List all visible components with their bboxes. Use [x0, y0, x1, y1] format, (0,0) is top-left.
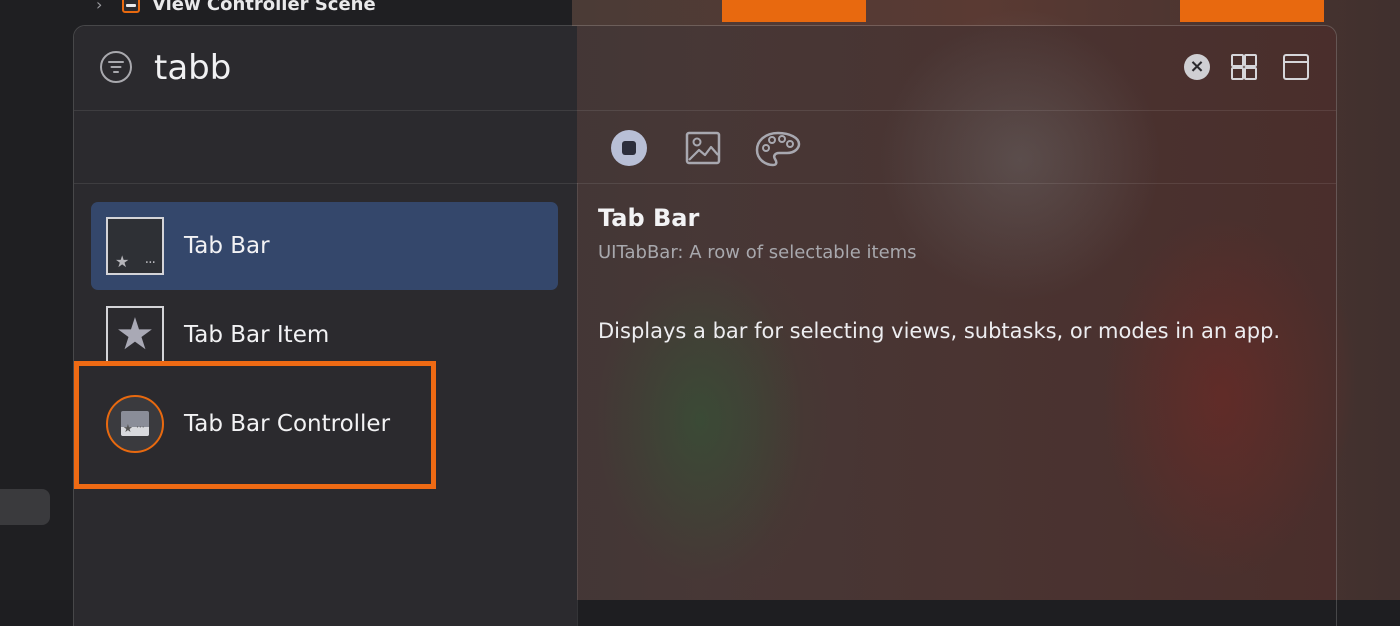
filter-icon[interactable] [100, 51, 132, 83]
result-item-label: Tab Bar Item [184, 322, 330, 348]
result-item-tab-bar[interactable]: ★ ··· Tab Bar [91, 202, 558, 290]
objects-icon[interactable] [611, 130, 647, 166]
disclosure-chevron-icon[interactable]: › [96, 0, 110, 14]
search-bar: × [74, 26, 1336, 111]
result-item-label: Tab Bar Controller [184, 411, 391, 437]
list-view-icon[interactable] [1283, 54, 1309, 80]
outline-scene-row[interactable]: › View Controller Scene [96, 0, 376, 14]
result-item-tab-bar-controller[interactable]: ★ ··· Tab Bar Controller [91, 380, 558, 468]
scene-dock-bar [1180, 0, 1324, 22]
detail-subtitle: UITabBar: A row of selectable items [598, 242, 917, 263]
star-icon: ★ [106, 306, 164, 364]
result-item-tab-bar-item[interactable]: ★ Tab Bar Item [91, 291, 558, 379]
clear-search-button[interactable]: × [1184, 54, 1210, 80]
outline-selection-pill [0, 489, 50, 525]
image-icon[interactable] [685, 131, 721, 165]
scene-dock-bar [722, 0, 866, 22]
detail-description: Displays a bar for selecting views, subt… [598, 319, 1281, 343]
library-category-bar [74, 111, 1336, 184]
result-item-label: Tab Bar [184, 233, 270, 259]
palette-icon[interactable] [755, 131, 801, 167]
search-input[interactable] [154, 46, 754, 90]
view-controller-icon [122, 0, 140, 13]
library-result-list: ★ ··· Tab Bar ★ Tab Bar Item ★ ··· Tab Bar… [74, 183, 578, 626]
grid-view-icon[interactable] [1231, 54, 1257, 80]
object-library-popover: × ★··· Tab Bar ★ [73, 25, 1337, 626]
tab-bar-controller-icon: ★ ··· [106, 395, 164, 453]
scene-label: View Controller Scene [152, 0, 376, 15]
detail-title: Tab Bar [598, 204, 700, 232]
tab-bar-icon: ★ ··· [106, 217, 164, 275]
